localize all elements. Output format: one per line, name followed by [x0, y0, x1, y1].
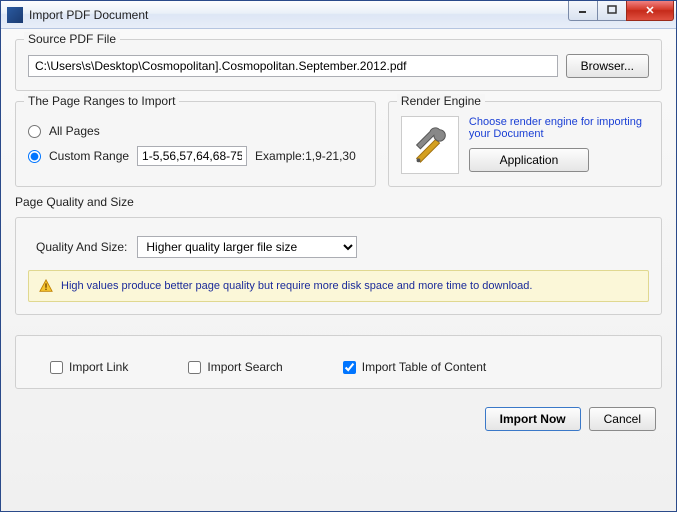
import-toc-label: Import Table of Content: [362, 360, 487, 374]
warning-icon: [39, 279, 53, 293]
render-legend: Render Engine: [397, 94, 485, 108]
custom-range-radio[interactable]: [28, 150, 41, 163]
import-toc-option[interactable]: Import Table of Content: [343, 360, 487, 374]
render-hint: Choose render engine for importing your …: [469, 116, 649, 140]
import-link-checkbox[interactable]: [50, 361, 63, 374]
page-ranges-group: The Page Ranges to Import All Pages Cust…: [15, 101, 376, 187]
render-engine-group: Render Engine Choose render engine for i…: [388, 101, 662, 187]
application-button[interactable]: Application: [469, 148, 589, 172]
quality-label: Quality And Size:: [36, 240, 127, 254]
pages-legend: The Page Ranges to Import: [24, 94, 179, 108]
window-title: Import PDF Document: [29, 8, 568, 22]
info-strip: High values produce better page quality …: [28, 270, 649, 302]
import-search-option[interactable]: Import Search: [188, 360, 282, 374]
maximize-button[interactable]: [597, 1, 627, 21]
import-link-label: Import Link: [69, 360, 128, 374]
window-controls: ✕: [568, 1, 674, 21]
import-search-label: Import Search: [207, 360, 282, 374]
close-button[interactable]: ✕: [626, 1, 674, 21]
source-file-group: Source PDF File Browser...: [15, 39, 662, 91]
custom-range-input[interactable]: [137, 146, 247, 166]
close-icon: ✕: [645, 4, 654, 17]
titlebar[interactable]: Import PDF Document ✕: [1, 1, 676, 29]
footer-buttons: Import Now Cancel: [15, 399, 662, 433]
source-legend: Source PDF File: [24, 32, 120, 46]
quality-section: Page Quality and Size Quality And Size: …: [15, 195, 662, 325]
minimize-button[interactable]: [568, 1, 598, 21]
all-pages-radio[interactable]: [28, 125, 41, 138]
import-now-button[interactable]: Import Now: [485, 407, 581, 431]
import-toc-checkbox[interactable]: [343, 361, 356, 374]
quality-section-label: Page Quality and Size: [15, 195, 134, 209]
quality-select[interactable]: Higher quality larger file size: [137, 236, 357, 258]
options-group: Import Link Import Search Import Table o…: [15, 335, 662, 389]
custom-range-label[interactable]: Custom Range: [49, 149, 129, 163]
import-search-checkbox[interactable]: [188, 361, 201, 374]
client-area: Source PDF File Browser... The Page Rang…: [1, 29, 676, 511]
cancel-button[interactable]: Cancel: [589, 407, 656, 431]
tools-icon: [401, 116, 459, 174]
example-text: Example:1,9-21,30: [255, 149, 356, 163]
app-icon: [7, 7, 23, 23]
source-path-input[interactable]: [28, 55, 558, 77]
all-pages-label[interactable]: All Pages: [49, 124, 100, 138]
info-text: High values produce better page quality …: [61, 280, 532, 292]
import-link-option[interactable]: Import Link: [50, 360, 128, 374]
browse-button[interactable]: Browser...: [566, 54, 649, 78]
dialog-window: Import PDF Document ✕ Source PDF File Br…: [0, 0, 677, 512]
